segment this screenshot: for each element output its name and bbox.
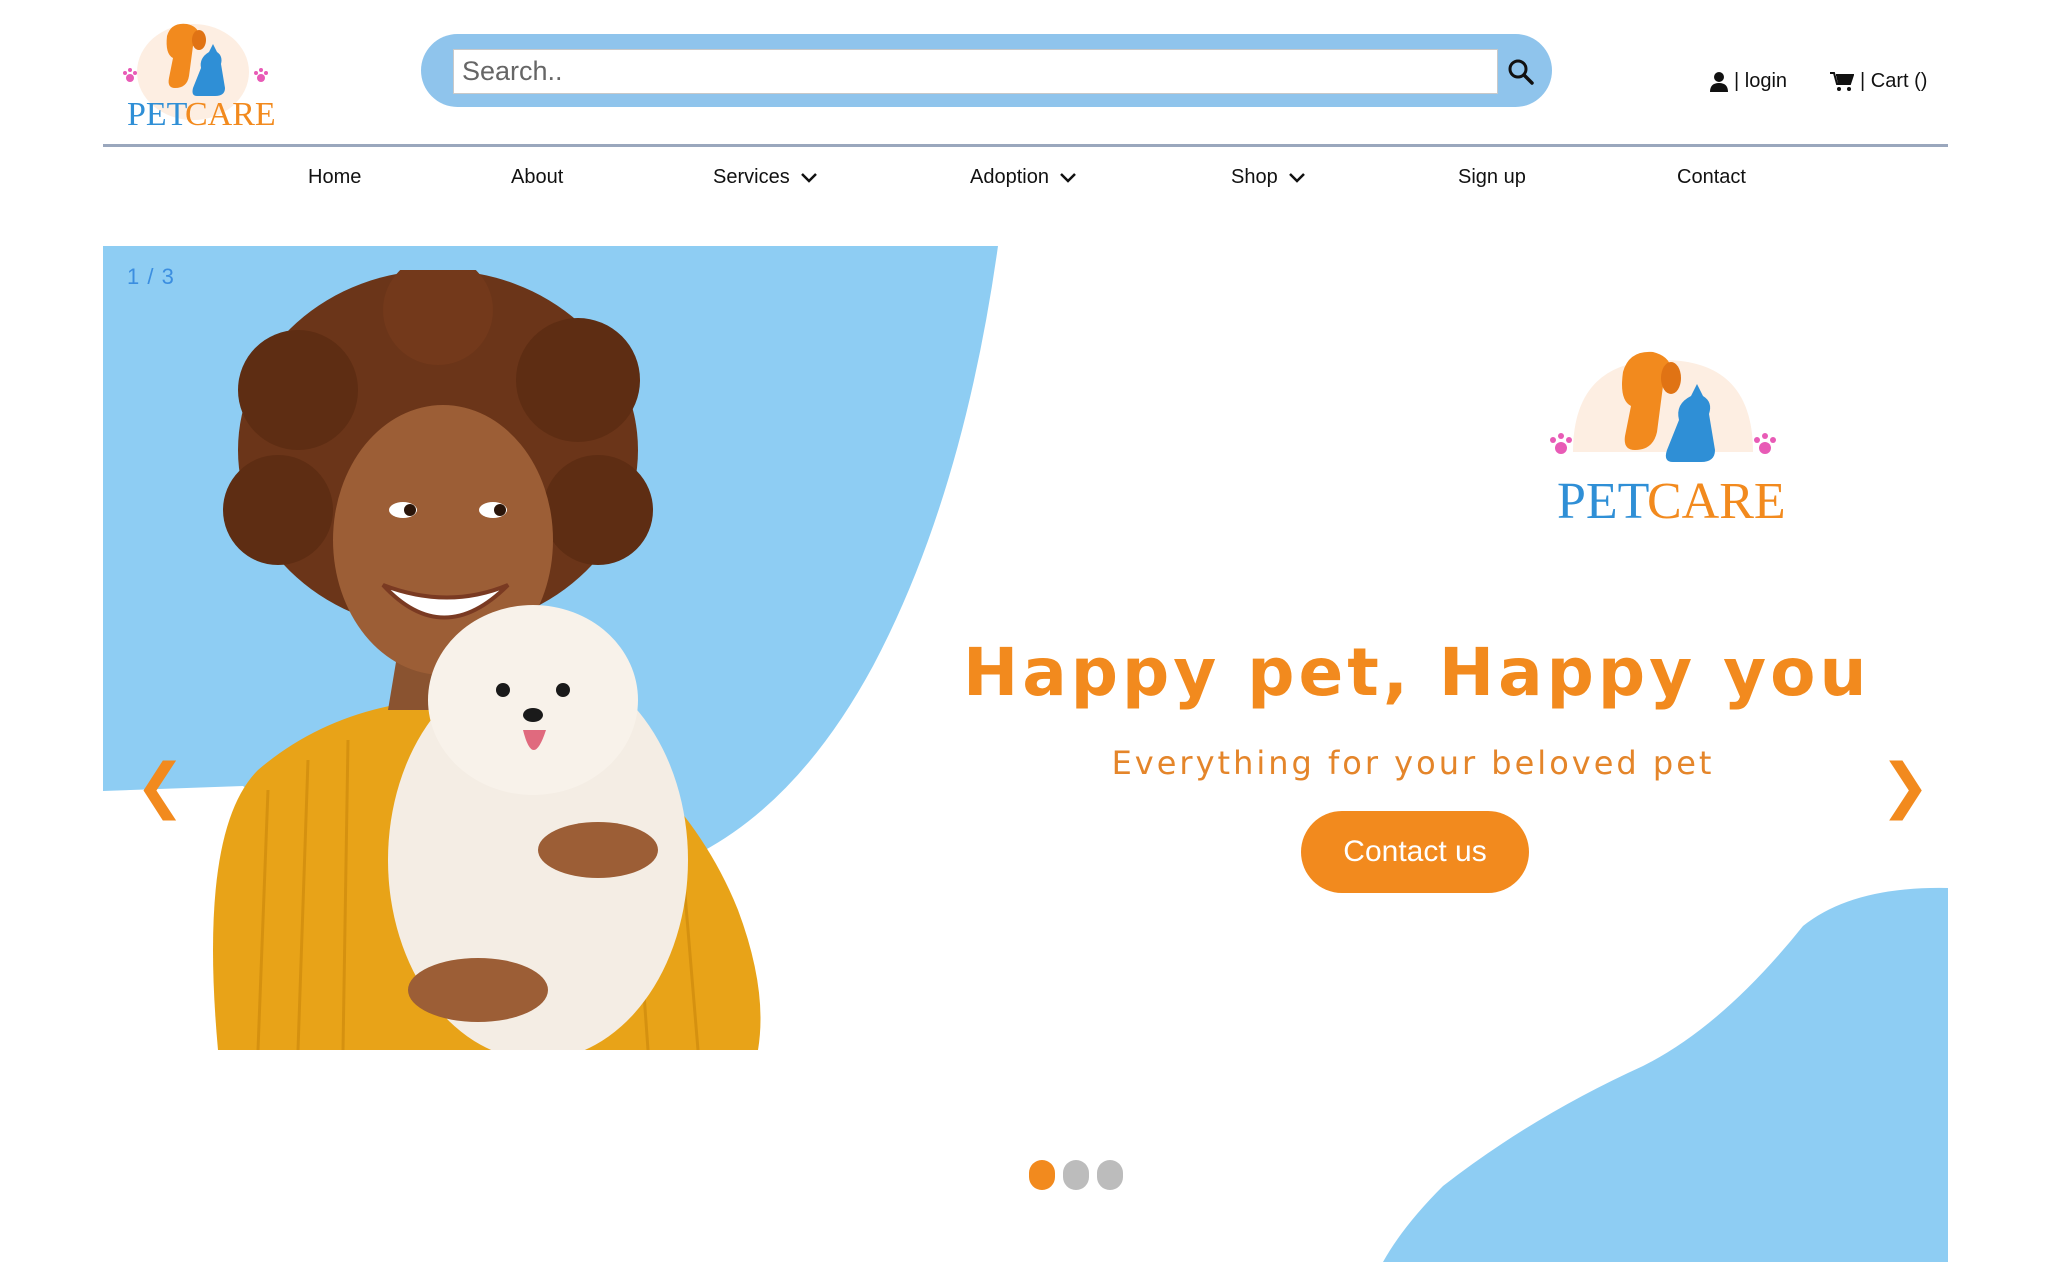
- hero-slider: 1 / 3 ❮ ❯ PET CARE Happy pet, Happy you …: [103, 246, 1948, 1262]
- search-button[interactable]: [1498, 49, 1543, 94]
- nav-contact-label: Contact: [1677, 166, 1746, 188]
- chevron-down-icon: [1060, 172, 1076, 183]
- woman-with-dog-image: [213, 270, 761, 1050]
- login-link[interactable]: | login: [1710, 70, 1787, 93]
- nav-about-label: About: [511, 166, 564, 188]
- search-icon: [1508, 59, 1534, 85]
- slide-dot-1[interactable]: [1029, 1160, 1055, 1190]
- nav-adoption[interactable]: Adoption: [970, 166, 1077, 189]
- hero-logo-text-pet: PET: [1557, 473, 1649, 530]
- login-label: | login: [1734, 70, 1788, 92]
- pet-care-hero-logo: PET CARE: [1550, 351, 1783, 530]
- hero-title: Happy pet, Happy you: [963, 634, 1871, 711]
- slide-dot-2[interactable]: [1063, 1160, 1089, 1190]
- nav-about[interactable]: About: [511, 166, 563, 189]
- pet-care-logo[interactable]: PET CARE: [115, 10, 275, 132]
- search-input[interactable]: [453, 49, 1498, 94]
- logo-text-pet: PET: [127, 96, 188, 132]
- prev-slide-button[interactable]: ❮: [135, 756, 185, 816]
- nav-contact[interactable]: Contact: [1677, 166, 1746, 189]
- next-slide-button[interactable]: ❯: [1880, 756, 1930, 816]
- nav-signup[interactable]: Sign up: [1458, 166, 1526, 189]
- nav-shop-label: Shop: [1231, 166, 1278, 188]
- nav-services-label: Services: [713, 166, 790, 188]
- nav-adoption-label: Adoption: [970, 166, 1049, 188]
- user-icon: [1710, 71, 1728, 92]
- nav-home[interactable]: Home: [308, 166, 361, 189]
- hero-logo-text-care: CARE: [1647, 473, 1783, 530]
- contact-us-button[interactable]: Contact us: [1301, 811, 1529, 893]
- right-blue-wave: [1383, 887, 1948, 1262]
- chevron-down-icon: [1288, 172, 1305, 183]
- cart-icon: [1830, 71, 1854, 91]
- nav-services[interactable]: Services: [713, 166, 818, 189]
- nav-shop[interactable]: Shop: [1231, 166, 1306, 189]
- slide-counter: 1 / 3: [127, 264, 175, 289]
- cart-link[interactable]: | Cart (): [1830, 70, 1927, 93]
- header-divider: [103, 144, 1948, 147]
- nav-home-label: Home: [308, 166, 362, 188]
- site-header: PET CARE | login | Cart (): [0, 0, 2048, 148]
- slide-dot-3[interactable]: [1097, 1160, 1123, 1190]
- logo-text-care: CARE: [185, 96, 275, 132]
- chevron-down-icon: [800, 172, 817, 183]
- nav-signup-label: Sign up: [1458, 166, 1526, 188]
- slide-indicators: [1029, 1160, 1123, 1190]
- cart-label: | Cart (): [1860, 70, 1928, 92]
- hero-subtitle: Everything for your beloved pet: [1111, 744, 1715, 782]
